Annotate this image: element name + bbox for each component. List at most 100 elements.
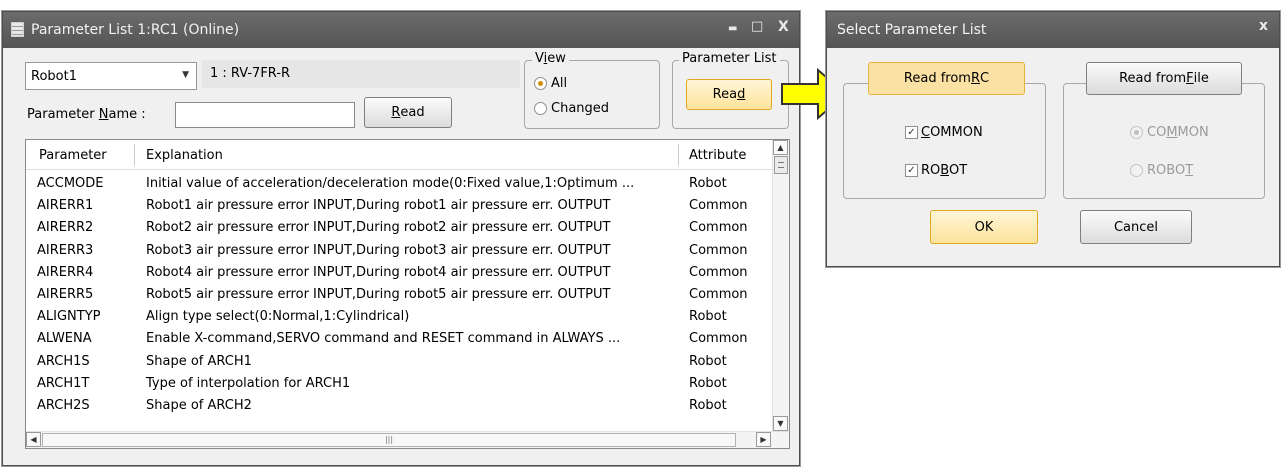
cell-parameter: AIRERR2 xyxy=(37,220,94,236)
view-group-label: View xyxy=(532,51,569,66)
cell-parameter: ARCH1S xyxy=(37,353,90,369)
cell-explanation: Initial value of acceleration/decelerati… xyxy=(146,176,635,191)
scroll-right-icon[interactable]: ▶ xyxy=(756,432,771,447)
select-parameter-list-dialog: Select Parameter List x Read from RC ✓ CO… xyxy=(826,11,1280,267)
table-row[interactable]: AIRERR5 Robot5 air pressure error INPUT,D… xyxy=(26,284,772,306)
column-header-attribute[interactable]: Attribute xyxy=(689,148,746,163)
cell-parameter: ALWENA xyxy=(37,331,92,347)
table-row[interactable]: ALIGNTYP Align type select(0:Normal,1:Cyl… xyxy=(26,306,772,328)
minimize-button[interactable]: ▬ xyxy=(728,23,737,34)
parameter-list-title: Parameter List 1:RC1 (Online) xyxy=(31,22,240,38)
view-group xyxy=(524,60,660,129)
parameter-list-titlebar[interactable]: Parameter List 1:RC1 (Online) ▬ □ X xyxy=(3,12,799,48)
checkbox-label: COMMON xyxy=(921,125,983,140)
cell-parameter: ARCH2S xyxy=(37,398,90,413)
cell-explanation: Robot2 air pressure error INPUT,During r… xyxy=(146,220,611,236)
chevron-down-icon: ▼ xyxy=(182,70,189,80)
radio-label: ROBOT xyxy=(1147,163,1194,178)
dialog-close-button[interactable]: x xyxy=(1259,18,1268,34)
cell-parameter: AIRERR5 xyxy=(37,287,94,302)
cell-attribute: Robot xyxy=(689,176,727,191)
cell-explanation: Robot1 air pressure error INPUT,During r… xyxy=(146,198,611,214)
robot-select-value: Robot1 xyxy=(31,69,77,84)
radio-selected-icon xyxy=(1130,126,1143,139)
table-row[interactable]: AIRERR3 Robot3 air pressure error INPUT,D… xyxy=(26,240,772,262)
checkbox-checked-icon: ✓ xyxy=(905,164,918,177)
checkbox-label: ROBOT xyxy=(921,163,968,178)
read-from-rc-group xyxy=(843,83,1046,199)
cell-explanation: Type of interpolation for ARCH1 xyxy=(146,375,351,391)
cell-attribute: Robot xyxy=(689,375,727,391)
cell-attribute: Robot xyxy=(689,309,727,325)
read-from-file-group xyxy=(1063,83,1265,199)
ok-button[interactable]: OK xyxy=(930,210,1038,244)
cell-attribute: Common xyxy=(689,242,748,258)
cell-attribute: Common xyxy=(689,287,748,302)
radio-selected-icon xyxy=(534,77,547,90)
table-row[interactable]: ALWENA Enable X-command,SERVO command and… xyxy=(26,328,772,350)
robot-model-value: 1 : RV-7FR-R xyxy=(210,66,291,81)
column-divider[interactable] xyxy=(678,144,679,166)
parameter-table[interactable]: Parameter Explanation Attribute ACCMODE I… xyxy=(25,139,790,449)
column-divider[interactable] xyxy=(134,144,135,166)
table-row[interactable]: ARCH1T Type of interpolation for ARCH1 Rob… xyxy=(26,373,772,395)
cell-attribute: Common xyxy=(689,264,748,280)
table-row[interactable]: ACCMODE Initial value of acceleration/dec… xyxy=(26,173,772,195)
read-from-rc-button[interactable]: Read from RC xyxy=(868,62,1025,95)
cell-attribute: Robot xyxy=(689,353,727,369)
table-header: Parameter Explanation Attribute xyxy=(26,140,772,170)
robot-model-field: 1 : RV-7FR-R xyxy=(202,60,520,88)
close-button[interactable]: X xyxy=(778,19,789,35)
cancel-button[interactable]: Cancel xyxy=(1080,210,1192,244)
table-row[interactable]: AIRERR2 Robot2 air pressure error INPUT,D… xyxy=(26,217,772,239)
table-row[interactable]: ARCH2S Shape of ARCH2 Robot xyxy=(26,395,772,417)
cell-explanation: Robot5 air pressure error INPUT,During r… xyxy=(146,287,611,302)
parameter-name-input[interactable] xyxy=(175,102,355,128)
vertical-scrollbar[interactable]: ▲ ▼ xyxy=(772,140,789,431)
parameter-list-window: Parameter List 1:RC1 (Online) ▬ □ X Robo… xyxy=(2,11,800,466)
common-checkbox[interactable]: ✓ COMMON xyxy=(905,125,983,140)
cell-parameter: AIRERR1 xyxy=(37,198,94,214)
scroll-thumb[interactable] xyxy=(774,156,788,174)
select-dialog-title: Select Parameter List xyxy=(837,22,987,38)
table-row[interactable]: AIRERR4 Robot4 air pressure error INPUT,D… xyxy=(26,262,772,284)
table-row[interactable]: AIRERR1 Robot1 air pressure error INPUT,D… xyxy=(26,195,772,217)
horizontal-scrollbar[interactable]: ◀ ||| ▶ xyxy=(26,431,789,448)
cell-parameter: ACCMODE xyxy=(37,176,104,191)
scroll-down-icon[interactable]: ▼ xyxy=(773,416,788,431)
robot-checkbox[interactable]: ✓ ROBOT xyxy=(905,163,967,178)
column-header-explanation[interactable]: Explanation xyxy=(146,148,223,163)
radio-label: COMMON xyxy=(1147,125,1209,140)
cell-explanation: Shape of ARCH1 xyxy=(146,353,252,369)
horizontal-scroll-thumb[interactable]: ||| xyxy=(42,433,736,447)
parameter-list-read-button[interactable]: Rea d xyxy=(686,79,772,110)
cell-parameter: AIRERR3 xyxy=(37,242,94,258)
column-header-parameter[interactable]: Parameter xyxy=(39,148,107,163)
file-robot-radio[interactable]: ROBOT xyxy=(1130,163,1193,178)
select-dialog-titlebar[interactable]: Select Parameter List x xyxy=(827,12,1279,48)
cell-explanation: Robot4 air pressure error INPUT,During r… xyxy=(146,264,611,280)
view-all-radio[interactable]: All xyxy=(534,76,567,91)
parameter-name-label: Parameter Name : xyxy=(27,107,146,122)
robot-select[interactable]: Robot1 ▼ xyxy=(25,62,197,90)
radio-unselected-icon xyxy=(534,102,547,115)
checkbox-checked-icon: ✓ xyxy=(905,126,918,139)
cell-parameter: AIRERR4 xyxy=(37,264,94,280)
cell-explanation: Enable X-command,SERVO command and RESET… xyxy=(146,331,621,347)
read-from-file-button[interactable]: Read from File xyxy=(1086,62,1242,95)
read-button[interactable]: Read xyxy=(364,97,452,128)
maximize-button[interactable]: □ xyxy=(751,19,763,34)
cell-explanation: Align type select(0:Normal,1:Cylindrical… xyxy=(146,309,410,325)
parameter-list-group-label: Parameter List xyxy=(679,51,780,66)
scroll-up-icon[interactable]: ▲ xyxy=(773,140,788,155)
cell-attribute: Robot xyxy=(689,398,727,413)
cell-explanation: Shape of ARCH2 xyxy=(146,398,252,413)
file-common-radio[interactable]: COMMON xyxy=(1130,125,1209,140)
cell-explanation: Robot3 air pressure error INPUT,During r… xyxy=(146,242,611,258)
parameter-list-window-icon xyxy=(11,22,24,37)
cell-attribute: Common xyxy=(689,198,748,214)
view-changed-radio[interactable]: Changed xyxy=(534,101,609,116)
table-row[interactable]: ARCH1S Shape of ARCH1 Robot xyxy=(26,351,772,373)
cell-parameter: ALIGNTYP xyxy=(37,309,101,325)
scroll-left-icon[interactable]: ◀ xyxy=(26,432,41,447)
